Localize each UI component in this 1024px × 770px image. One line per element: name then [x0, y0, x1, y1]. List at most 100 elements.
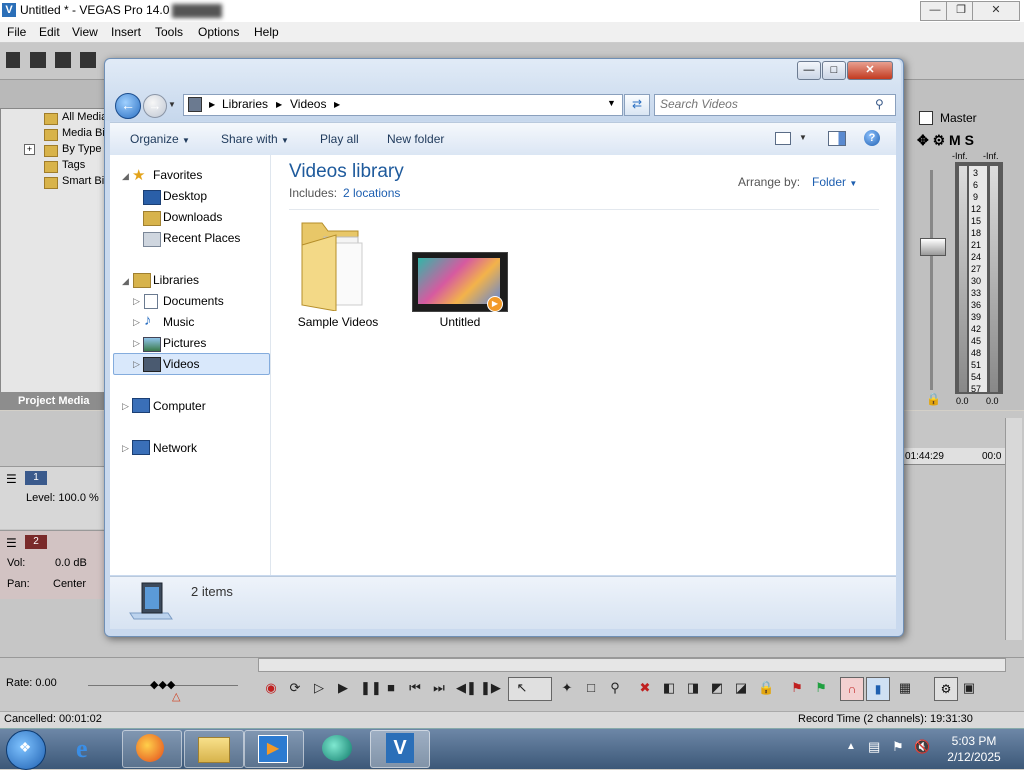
breadcrumb-videos[interactable]: Videos	[290, 97, 326, 111]
search-input[interactable]	[656, 95, 874, 113]
play-from-start-button[interactable]: ▷	[312, 681, 326, 695]
breadcrumb-separator-icon[interactable]: ▶	[276, 100, 282, 109]
expand-icon[interactable]: +	[24, 144, 35, 155]
nav-libraries[interactable]: Libraries	[153, 273, 199, 287]
menu-insert[interactable]: Insert	[111, 25, 141, 39]
back-arrow-icon[interactable]: ←	[115, 93, 141, 119]
expand-arrow-icon[interactable]: ▷	[122, 443, 129, 454]
view-options-icon[interactable]	[775, 132, 791, 145]
selection-tool-icon[interactable]: □	[584, 681, 598, 695]
collapse-arrow-icon[interactable]: ◢	[122, 171, 129, 182]
media-tree-by-type[interactable]: By Type	[62, 143, 102, 155]
project-media-tab[interactable]: Project Media	[0, 392, 105, 410]
open-icon[interactable]	[30, 52, 46, 68]
nav-pictures[interactable]: Pictures	[163, 336, 206, 350]
nav-documents[interactable]: Documents	[163, 294, 224, 308]
arrange-by-dropdown[interactable]: Folder ▼	[812, 175, 857, 189]
folder-icon[interactable]	[300, 215, 372, 311]
go-to-start-button[interactable]: ⏮	[408, 681, 422, 695]
menu-options[interactable]: Options	[198, 25, 239, 39]
breadcrumb-libraries[interactable]: Libraries	[222, 97, 268, 111]
render-icon[interactable]: ▣	[962, 681, 976, 695]
address-dropdown-icon[interactable]: ▼	[607, 98, 616, 108]
item-untitled[interactable]: Untitled	[410, 315, 510, 329]
view-dropdown-icon[interactable]: ▼	[799, 133, 807, 142]
master-fader-handle[interactable]	[920, 238, 946, 256]
refresh-icon[interactable]: ⇄	[624, 94, 650, 116]
taskbar-ie[interactable]	[62, 730, 122, 768]
nav-desktop[interactable]: Desktop	[163, 189, 207, 203]
master-controls[interactable]: ✥ ⚙ M S	[917, 132, 974, 149]
collapse-arrow-icon[interactable]: ◢	[122, 276, 129, 287]
explorer-close-button[interactable]: ✕	[847, 61, 893, 80]
recent-pages-dropdown-icon[interactable]: ▼	[168, 100, 176, 109]
stop-button[interactable]: ■	[384, 681, 398, 695]
media-tree-tags[interactable]: Tags	[62, 159, 85, 171]
volume-value[interactable]: 0.0 dB	[55, 557, 87, 569]
explorer-maximize-button[interactable]: □	[822, 61, 846, 80]
marker-icon[interactable]: ⚑	[790, 681, 804, 695]
trim-start-icon[interactable]: ◨	[686, 681, 700, 695]
menu-file[interactable]: File	[7, 25, 26, 39]
prev-frame-button[interactable]: ◀❚	[456, 681, 477, 695]
expand-arrow-icon[interactable]: ▷	[133, 317, 140, 328]
pan-value[interactable]: Center	[53, 578, 86, 590]
play-button[interactable]: ▶	[336, 681, 350, 695]
expand-arrow-icon[interactable]: ▷	[133, 338, 140, 349]
new-project-icon[interactable]	[6, 52, 20, 68]
taskbar-clock[interactable]: 5:03 PM 2/12/2025	[936, 733, 1012, 765]
region-icon[interactable]: ⚑	[814, 681, 828, 695]
nav-favorites[interactable]: Favorites	[153, 168, 202, 182]
trim-icon[interactable]: ◧	[662, 681, 676, 695]
share-with-button[interactable]: Share with ▼	[221, 132, 289, 146]
forward-arrow-icon[interactable]: →	[143, 94, 167, 118]
event-fx-icon[interactable]: ⚙	[934, 677, 958, 701]
vertical-scrollbar[interactable]	[1005, 418, 1022, 640]
expand-arrow-icon[interactable]: ▷	[133, 359, 140, 370]
trim-end-icon[interactable]: ◩	[710, 681, 724, 695]
preview-pane-icon[interactable]	[828, 131, 846, 146]
app-close-button[interactable]: ✕	[972, 1, 1020, 21]
new-folder-button[interactable]: New folder	[387, 132, 444, 146]
save-icon[interactable]	[55, 52, 71, 68]
nav-downloads[interactable]: Downloads	[163, 210, 222, 224]
menu-view[interactable]: View	[72, 25, 98, 39]
split-icon[interactable]: ◪	[734, 681, 748, 695]
expand-arrow-icon[interactable]: ▷	[122, 401, 129, 412]
media-tree-all-media[interactable]: All Media	[62, 111, 107, 123]
tray-flag-icon[interactable]: ⚑	[892, 739, 904, 755]
organize-button[interactable]: Organize ▼	[130, 132, 190, 146]
play-all-button[interactable]: Play all	[320, 132, 359, 146]
tray-volume-muted-icon[interactable]: 🔇	[914, 739, 930, 755]
breadcrumb-separator-icon[interactable]: ▶	[209, 100, 215, 109]
menu-help[interactable]: Help	[254, 25, 279, 39]
breadcrumb-separator-icon[interactable]: ▶	[334, 100, 340, 109]
expand-arrow-icon[interactable]: ▷	[133, 296, 140, 307]
loop-button[interactable]: ⟳	[288, 681, 302, 695]
track-collapse-icon[interactable]: ☰	[6, 472, 17, 486]
nav-network[interactable]: Network	[153, 441, 197, 455]
track-collapse-icon[interactable]: ☰	[6, 536, 17, 550]
tray-expand-icon[interactable]: ▲	[846, 741, 856, 752]
horizontal-scrollbar[interactable]	[258, 658, 1006, 672]
go-to-end-button[interactable]: ⏭	[432, 681, 446, 695]
tray-network-icon[interactable]: ▤	[868, 739, 880, 755]
snap-icon[interactable]: ∩	[840, 677, 864, 701]
nav-recent-places[interactable]: Recent Places	[163, 231, 240, 245]
auto-crossfade-icon[interactable]: ▮	[866, 677, 890, 701]
delete-icon[interactable]: ✖	[638, 681, 652, 695]
next-frame-button[interactable]: ❚▶	[480, 681, 501, 695]
menu-edit[interactable]: Edit	[39, 25, 60, 39]
explorer-minimize-button[interactable]: —	[797, 61, 821, 80]
search-icon[interactable]: ⚲	[875, 97, 884, 111]
lock-event-icon[interactable]: 🔒	[758, 681, 774, 695]
nav-music[interactable]: Music	[163, 315, 194, 329]
includes-locations-link[interactable]: 2 locations	[343, 186, 400, 200]
ripple-icon[interactable]: ▦	[898, 681, 912, 695]
menu-tools[interactable]: Tools	[155, 25, 183, 39]
envelope-tool-icon[interactable]: ✦	[560, 681, 574, 695]
item-sample-videos[interactable]: Sample Videos	[288, 315, 388, 329]
nav-videos[interactable]: Videos	[163, 357, 199, 371]
zoom-tool-icon[interactable]: ⚲	[608, 681, 622, 695]
record-button[interactable]: ◉	[264, 681, 278, 695]
